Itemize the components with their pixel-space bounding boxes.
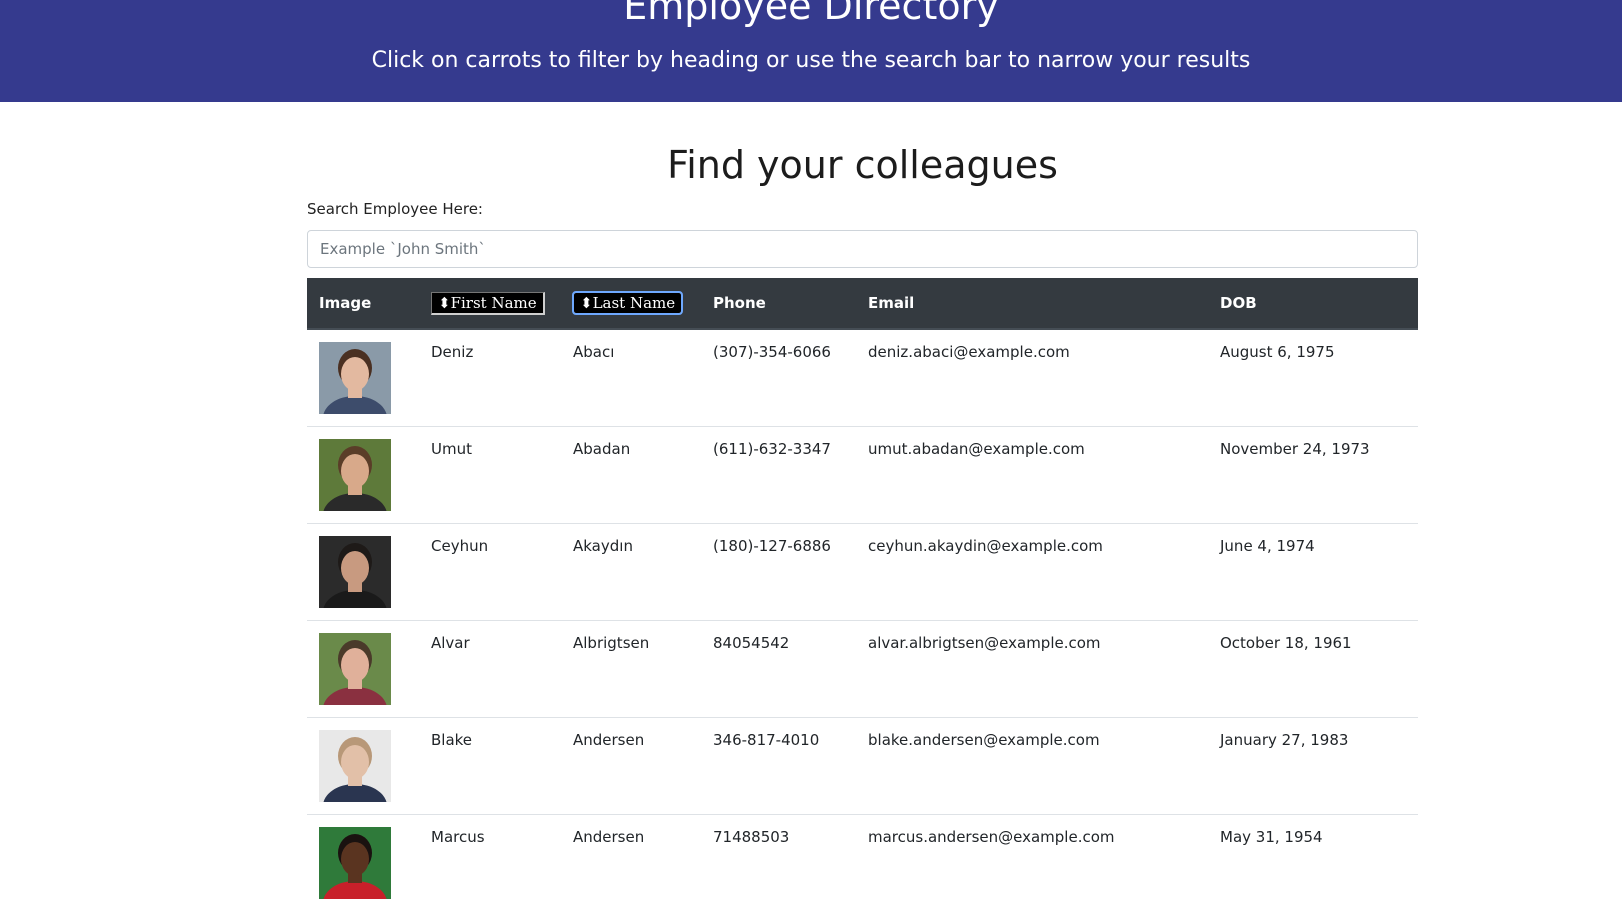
banner-title: Employee Directory [623, 0, 999, 28]
header-image: Image [307, 278, 419, 330]
cell-image [307, 329, 419, 427]
cell-dob: November 24, 1973 [1220, 440, 1370, 458]
cell-phone: (180)-127-6886 [713, 537, 831, 555]
header-first-name: ⬍First Name [419, 278, 561, 330]
cell-dob: June 4, 1974 [1220, 537, 1315, 555]
header-row: Image ⬍First Name ⬍Last Name Phone Email… [307, 278, 1418, 330]
cell-first-name: Umut [431, 440, 472, 458]
cell-last-name: Albrigtsen [573, 634, 650, 652]
header-dob: DOB [1208, 278, 1418, 330]
table-header: Image ⬍First Name ⬍Last Name Phone Email… [307, 278, 1418, 330]
search-input[interactable] [307, 230, 1418, 268]
cell-last-name: Akaydın [573, 537, 633, 555]
table-body: Deniz Abacı (307)-354-6066 deniz.abaci@exam… [307, 329, 1418, 912]
table-row: Ceyhun Akaydın (180)-127-6886 ceyhun.akaydi… [307, 523, 1418, 621]
avatar [319, 536, 391, 608]
banner-subtitle: Click on carrots to filter by heading or… [371, 48, 1251, 73]
cell-email: deniz.abaci@example.com [868, 343, 1070, 361]
table-row: Marcus Andersen 71488503 marcus.andersen@ex… [307, 814, 1418, 912]
header-last-name: ⬍Last Name [561, 278, 701, 330]
avatar [319, 342, 391, 414]
avatar [319, 827, 391, 899]
cell-dob: January 27, 1983 [1220, 731, 1349, 749]
employee-table: Image ⬍First Name ⬍Last Name Phone Email… [307, 278, 1418, 912]
cell-first-name: Alvar [431, 634, 470, 652]
table-row: Alvar Albrigtsen 84054542 alvar.albrigtsen@… [307, 620, 1418, 718]
cell-email: ceyhun.akaydin@example.com [868, 537, 1103, 555]
cell-image [307, 718, 419, 815]
cell-email: blake.andersen@example.com [868, 731, 1100, 749]
cell-first-name: Marcus [431, 828, 485, 846]
cell-email: alvar.albrigtsen@example.com [868, 634, 1101, 652]
cell-email: umut.abadan@example.com [868, 440, 1085, 458]
cell-last-name: Andersen [573, 731, 645, 749]
cell-last-name: Abacı [573, 343, 615, 361]
page-title: Find your colleagues [667, 143, 1058, 187]
cell-last-name: Abadan [573, 440, 631, 458]
search-label: Search Employee Here: [307, 200, 483, 218]
cell-dob: August 6, 1975 [1220, 343, 1335, 361]
page-banner: Employee Directory Click on carrots to f… [0, 0, 1622, 102]
cell-phone: 346-817-4010 [713, 731, 820, 749]
header-phone: Phone [701, 278, 856, 330]
avatar [319, 633, 391, 705]
header-email: Email [856, 278, 1208, 330]
avatar [319, 730, 391, 802]
sort-last-name-button[interactable]: ⬍Last Name [571, 291, 684, 315]
cell-phone: 84054542 [713, 634, 790, 652]
cell-phone: 71488503 [713, 828, 790, 846]
cell-image [307, 815, 419, 912]
cell-phone: (307)-354-6066 [713, 343, 831, 361]
cell-first-name: Deniz [431, 343, 474, 361]
cell-image [307, 621, 419, 718]
table-row: Blake Andersen 346-817-4010 blake.andersen@… [307, 717, 1418, 815]
cell-image [307, 524, 419, 621]
table-row: Deniz Abacı (307)-354-6066 deniz.abaci@exam… [307, 329, 1418, 427]
cell-dob: May 31, 1954 [1220, 828, 1323, 846]
avatar [319, 439, 391, 511]
cell-last-name: Andersen [573, 828, 645, 846]
cell-first-name: Blake [431, 731, 473, 749]
cell-email: marcus.andersen@example.com [868, 828, 1115, 846]
cell-dob: October 18, 1961 [1220, 634, 1352, 652]
cell-phone: (611)-632-3347 [713, 440, 831, 458]
cell-image [307, 427, 419, 524]
table-row: Umut Abadan (611)-632-3347 umut.abadan@exam… [307, 426, 1418, 524]
sort-first-name-button[interactable]: ⬍First Name [431, 291, 545, 315]
cell-first-name: Ceyhun [431, 537, 489, 555]
